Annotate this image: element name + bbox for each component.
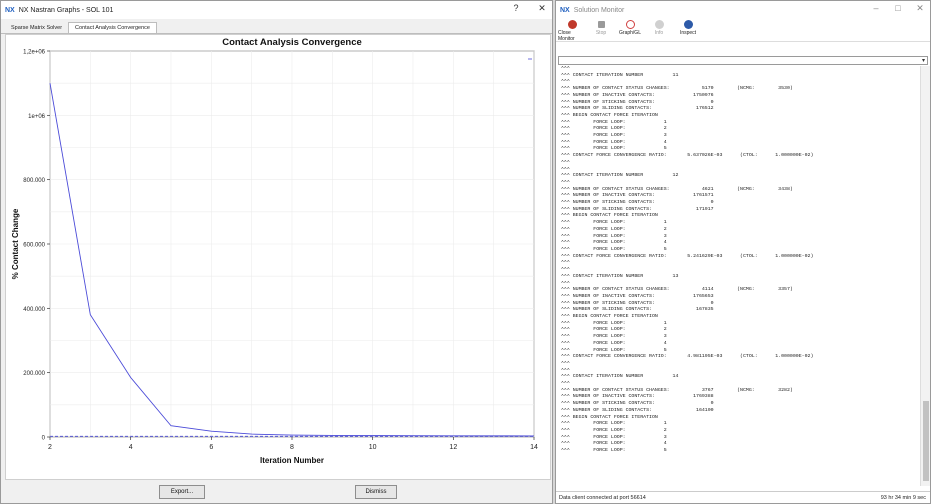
tab-contact-analysis-convergence[interactable]: Contact Analysis Convergence bbox=[68, 22, 157, 33]
y-tick-label: 400.000 bbox=[23, 307, 45, 313]
graph-icon bbox=[625, 20, 635, 29]
monitor-toolbar: Close Monitor Stop Graph/GL Info Inspect bbox=[556, 19, 930, 42]
info-icon bbox=[654, 20, 664, 29]
x-tick-label: 14 bbox=[530, 444, 538, 451]
stop-label: Stop bbox=[595, 30, 607, 36]
graphs-window-title: NX Nastran Graphs - SOL 101 bbox=[18, 6, 114, 14]
graph-label: Graph/GL bbox=[619, 30, 641, 36]
nx-logo: NX bbox=[560, 6, 570, 14]
help-icon[interactable]: ? bbox=[510, 3, 522, 14]
log-scrollbar[interactable] bbox=[920, 66, 930, 486]
x-tick-label: 10 bbox=[369, 444, 377, 451]
maximize-icon[interactable]: □ bbox=[892, 3, 904, 14]
graphs-button-bar: Export... Dismiss bbox=[1, 479, 552, 503]
solution-log: ^^^ ^^^ CONTACT ITERATION NUMBER 11 ^^^ … bbox=[561, 66, 814, 454]
inspect-button[interactable]: Inspect bbox=[674, 19, 702, 36]
inspect-icon bbox=[683, 20, 693, 29]
y-tick-label: 0 bbox=[42, 436, 46, 442]
x-axis-label: Iteration Number bbox=[260, 456, 324, 465]
connection-status: Data client connected at port 56614 bbox=[559, 495, 646, 501]
monitor-titlebar: NX Solution Monitor – □ ✕ bbox=[556, 1, 930, 19]
close-icon[interactable]: ✕ bbox=[536, 3, 548, 14]
y-tick-label: 600.000 bbox=[23, 243, 45, 249]
y-tick-label: 800.000 bbox=[23, 178, 45, 184]
close-icon[interactable]: ✕ bbox=[914, 3, 926, 14]
dismiss-button[interactable]: Dismiss bbox=[355, 485, 397, 499]
export-button[interactable]: Export... bbox=[159, 485, 205, 499]
nx-logo: NX bbox=[5, 6, 15, 14]
close-monitor-icon bbox=[567, 20, 577, 29]
y-tick-label: 200.000 bbox=[23, 371, 45, 377]
monitor-window-title: Solution Monitor bbox=[573, 6, 625, 14]
close-monitor-label: Close Monitor bbox=[558, 30, 575, 42]
convergence-chart: 2 4 6 8 10 12 14 0 200.000 400.000 600.000 800.000 1… bbox=[11, 37, 538, 465]
graphs-titlebar: NX NX Nastran Graphs - SOL 101 ? ✕ bbox=[1, 1, 552, 19]
tab-sparse-matrix-solver[interactable]: Sparse Matrix Solver bbox=[5, 23, 68, 33]
x-tick-label: 12 bbox=[449, 444, 457, 451]
y-tick-label: 1e+06 bbox=[28, 114, 46, 120]
y-tick-label: 1,2e+06 bbox=[23, 50, 46, 56]
chart-title: Contact Analysis Convergence bbox=[222, 37, 362, 48]
graph-button[interactable]: Graph/GL bbox=[616, 19, 644, 36]
graphs-tab-bar: Sparse Matrix Solver Contact Analysis Co… bbox=[1, 19, 552, 34]
x-tick-label: 6 bbox=[209, 444, 213, 451]
minimize-icon[interactable]: – bbox=[870, 3, 882, 14]
y-axis-label: % Contact Change bbox=[11, 208, 20, 279]
scrollbar-thumb[interactable] bbox=[923, 401, 929, 481]
nastran-graphs-window: NX NX Nastran Graphs - SOL 101 ? ✕ Spars… bbox=[0, 0, 553, 504]
x-tick-label: 2 bbox=[48, 444, 52, 451]
x-tick-label: 8 bbox=[290, 444, 294, 451]
inspect-label: Inspect bbox=[679, 30, 697, 36]
chart-panel: 2 4 6 8 10 12 14 0 200.000 400.000 600.000 800.000 1… bbox=[5, 34, 551, 480]
stop-button[interactable]: Stop bbox=[587, 19, 615, 36]
info-label: Info bbox=[654, 30, 664, 36]
monitor-statusbar: Data client connected at port 56614 93 h… bbox=[556, 491, 930, 503]
log-selector-dropdown[interactable]: ▾ bbox=[558, 56, 928, 65]
solution-monitor-window: NX Solution Monitor – □ ✕ Close Monitor … bbox=[555, 0, 931, 504]
stop-icon bbox=[597, 21, 605, 28]
info-button[interactable]: Info bbox=[645, 19, 673, 36]
close-monitor-button[interactable]: Close Monitor bbox=[558, 19, 586, 42]
elapsed-time: 93 hr 34 min 9 sec bbox=[880, 495, 926, 501]
x-tick-label: 4 bbox=[129, 444, 133, 451]
chevron-down-icon: ▾ bbox=[921, 58, 925, 64]
